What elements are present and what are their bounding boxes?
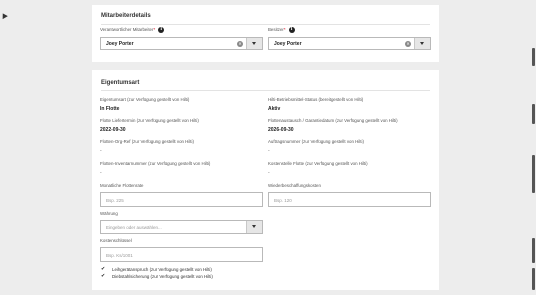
responsible-employee-label: Verantwortlicher Mitarbeiter* i (100, 27, 165, 33)
currency-label: Währung (100, 211, 118, 216)
employee-details-card: Mitarbeiterdetails Verantwortlicher Mita… (92, 5, 439, 62)
replacement-cost-input[interactable]: Bsp. 120 (268, 192, 431, 207)
mouse-cursor-icon (0, 11, 8, 20)
theft-insurance-label: Diebstahlsicherung (zur Verfügung gestel… (112, 274, 213, 279)
cost-code-label: Kostenschlüssel (100, 238, 132, 243)
monthly-rate-input[interactable]: Bsp. 225 (100, 192, 263, 207)
section-divider (101, 24, 430, 25)
order-number-label: Auftragsnummer (zur Verfügung gestellt v… (268, 139, 364, 144)
scrollbar-thumb-end[interactable] (532, 268, 535, 290)
responsible-employee-select[interactable]: Joey Porter ✕ (100, 37, 263, 50)
fleet-exchange-label: Flottenaustausch / Garantiedatum (zur Ve… (268, 118, 398, 123)
fleet-delivery-label: Flotte Liefertermin (zur Verfügung geste… (100, 118, 199, 123)
owner-label: Besitzer* i (268, 27, 295, 33)
order-number-value: - (268, 148, 270, 154)
scrollbar-thumb-bottom[interactable] (532, 238, 535, 263)
owner-value: Joey Porter (274, 41, 302, 47)
chevron-down-icon[interactable] (246, 38, 262, 49)
employee-details-title: Mitarbeiterdetails (101, 13, 151, 19)
currency-placeholder: Eingeben oder auswählen... (106, 225, 162, 230)
cost-code-placeholder: Bsp. Ks/1001 (106, 252, 133, 258)
currency-select[interactable]: Eingeben oder auswählen... (100, 220, 263, 234)
required-mark: * (153, 27, 156, 33)
cost-code-input[interactable]: Bsp. Ks/1001 (100, 247, 263, 262)
fleet-exchange-value: 2026-09-30 (268, 127, 294, 133)
cost-center-value: - (268, 170, 270, 176)
clear-icon[interactable]: ✕ (237, 41, 243, 47)
checkmark-icon: ✔ (101, 266, 106, 272)
clear-icon[interactable]: ✕ (405, 41, 411, 47)
replacement-cost-label: Wiederbeschaffungskosten (268, 183, 321, 188)
info-icon[interactable]: i (158, 27, 165, 33)
chevron-down-icon[interactable] (414, 38, 430, 49)
fleet-org-value: - (100, 148, 102, 154)
fleet-inventory-value: - (100, 170, 102, 176)
fleet-org-label: Flotten-Org-Ref (zur Verfügung gestellt … (100, 139, 194, 144)
info-icon[interactable]: i (288, 27, 295, 33)
scrollbar-thumb-top[interactable] (532, 48, 535, 66)
loan-claim-label: Leihgerätanspruch (zur Verfügung gestell… (112, 267, 212, 272)
fleet-delivery-value: 2022-09-30 (100, 127, 126, 133)
required-mark: * (283, 27, 286, 33)
monthly-rate-label: Monatliche Flottenrate (100, 183, 144, 188)
ownership-type-label: Eigentumsart (zur Verfügung gestellt von… (100, 97, 190, 102)
replacement-cost-placeholder: Bsp. 120 (274, 197, 292, 203)
ownership-title: Eigentumsart (101, 80, 140, 86)
scrollbar-thumb-mid[interactable] (532, 104, 535, 124)
chevron-down-icon[interactable] (246, 221, 262, 233)
monthly-rate-placeholder: Bsp. 225 (106, 197, 124, 203)
fleet-inventory-label: Flotten-Inventarnummer (zur Verfügung ge… (100, 161, 211, 166)
section-divider (101, 90, 430, 91)
service-status-value: Aktiv (268, 106, 281, 112)
checkmark-icon: ✔ (101, 273, 106, 279)
owner-select[interactable]: Joey Porter ✕ (268, 37, 431, 50)
scrollbar-thumb-lower[interactable] (532, 155, 535, 193)
ownership-card: Eigentumsart Eigentumsart (zur Verfügung… (92, 70, 439, 290)
responsible-employee-value: Joey Porter (106, 41, 134, 47)
ownership-type-value: In Flotte (100, 106, 120, 112)
cost-center-label: Kostenstelle Flotte (zur Verfügung geste… (268, 161, 368, 166)
service-status-label: Hilti-Betriebsmittel-Status (bereitgeste… (268, 97, 364, 102)
